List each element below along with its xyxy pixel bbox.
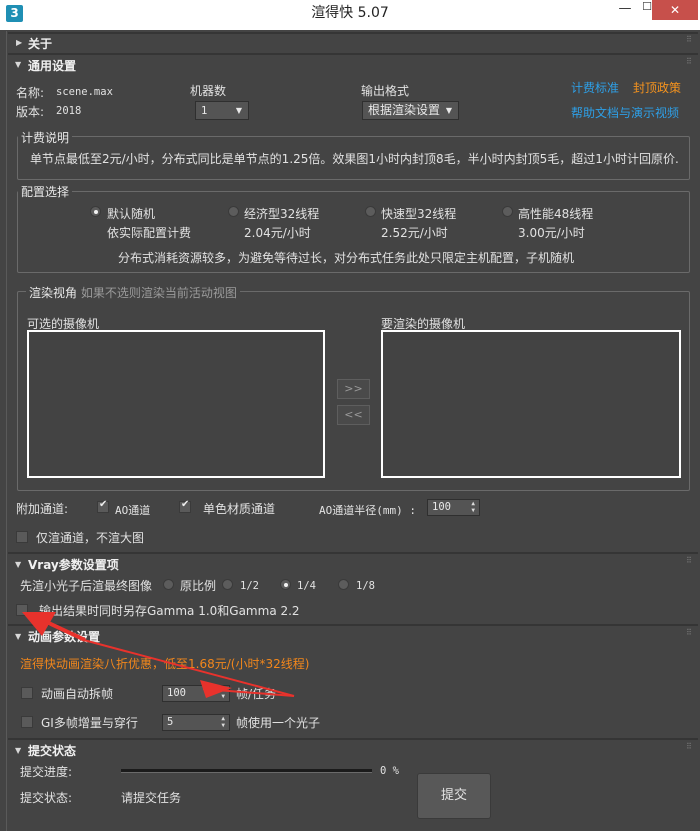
- annotation-arrows: [22, 612, 295, 698]
- annotation-arrow-line: [79, 638, 295, 697]
